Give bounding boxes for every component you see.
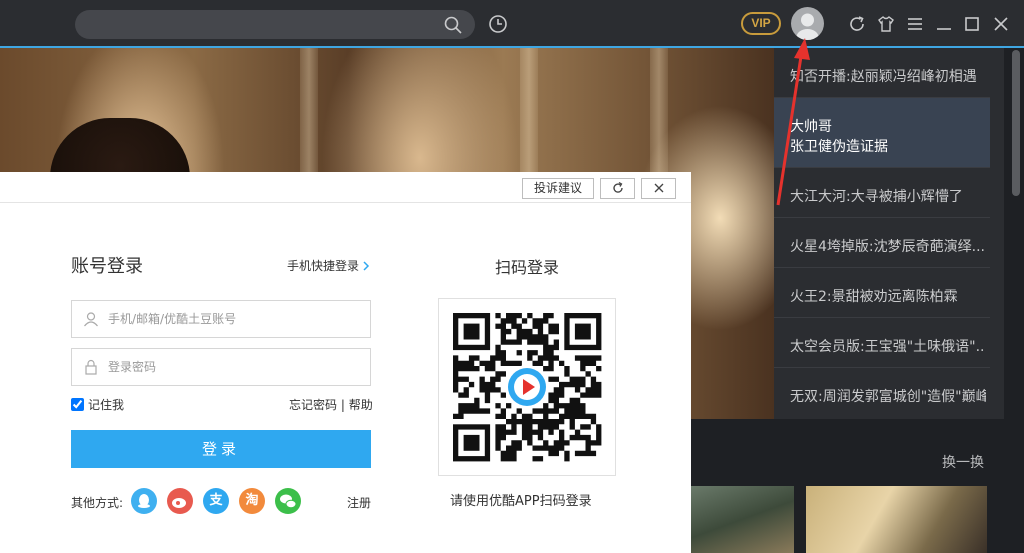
annotation-arrow: [776, 38, 810, 206]
list-item-text: 火星4垮掉版:沈梦辰奇葩演绎...: [790, 239, 985, 255]
list-item[interactable]: 火王2:景甜被劝远离陈柏霖: [774, 268, 990, 318]
remember-me[interactable]: 记住我: [71, 396, 124, 413]
close-icon[interactable]: [991, 14, 1011, 34]
password-field[interactable]: [71, 348, 371, 386]
wechat-icon: [275, 488, 301, 514]
user-icon: [84, 312, 98, 327]
search-icon[interactable]: [443, 15, 463, 35]
list-item[interactable]: 太空会员版:王宝强"土味俄语"...: [774, 318, 990, 368]
dialog-close-button[interactable]: [641, 178, 676, 199]
maximize-icon[interactable]: [962, 14, 982, 34]
reload-button[interactable]: [600, 178, 635, 199]
forgot-help-links: 忘记密码 | 帮助: [289, 396, 373, 413]
login-dialog: 投诉建议 账号登录 手机快捷登录 记住我: [0, 172, 691, 553]
minimize-icon[interactable]: [934, 14, 954, 34]
alipay-login-icon[interactable]: 支: [203, 488, 229, 514]
reload-icon: [612, 181, 623, 193]
search-input[interactable]: [89, 14, 439, 35]
search-box[interactable]: [75, 10, 475, 39]
taobao-login-icon[interactable]: 淘: [239, 488, 265, 514]
mobile-login-label: 手机快捷登录: [287, 259, 360, 273]
list-item-text: 火王2:景甜被劝远离陈柏霖: [790, 289, 958, 305]
qq-icon: [131, 488, 157, 514]
video-thumbnail[interactable]: [806, 486, 987, 553]
qr-login-title: 扫码登录: [495, 258, 560, 277]
qr-finder-pattern: [564, 313, 602, 351]
register-link[interactable]: 注册: [347, 494, 371, 511]
qr-finder-pattern: [453, 424, 491, 462]
complain-button[interactable]: 投诉建议: [522, 178, 594, 199]
title-bar: VIP: [0, 0, 1024, 47]
login-button[interactable]: 登录: [71, 430, 371, 468]
list-item[interactable]: 火星4垮掉版:沈梦辰奇葩演绎...: [774, 218, 990, 268]
chevron-right-icon: [363, 261, 370, 271]
help-link[interactable]: 帮助: [349, 398, 373, 412]
link-separator: |: [340, 398, 345, 412]
scrollbar[interactable]: [1012, 50, 1020, 196]
remember-label: 记住我: [88, 398, 125, 412]
remember-checkbox[interactable]: [71, 398, 84, 411]
account-field[interactable]: [71, 300, 371, 338]
qr-code-image: [453, 313, 602, 462]
wechat-login-icon[interactable]: [275, 488, 301, 514]
forgot-password-link[interactable]: 忘记密码: [289, 398, 337, 412]
youku-logo-icon: [505, 365, 549, 409]
video-thumbnail[interactable]: [690, 486, 794, 553]
qr-hint: 请使用优酷APP扫码登录: [450, 494, 592, 509]
history-icon[interactable]: [488, 14, 508, 34]
mobile-login-link[interactable]: 手机快捷登录: [287, 257, 370, 274]
skin-icon[interactable]: [876, 14, 896, 34]
list-item-text: 太空会员版:王宝强"土味俄语"...: [790, 339, 986, 355]
qr-finder-pattern: [453, 313, 491, 351]
menu-icon[interactable]: [905, 14, 925, 34]
qr-code: [438, 298, 616, 476]
list-item-text: 无双:周润发郭富城创"造假"巅峰: [790, 389, 986, 405]
account-input[interactable]: [108, 310, 358, 328]
weibo-icon: [167, 488, 193, 514]
lock-icon: [85, 359, 97, 375]
list-item[interactable]: 无双:周润发郭富城创"造假"巅峰: [774, 368, 990, 418]
other-methods-label: 其他方式:: [71, 496, 124, 510]
dialog-header: 投诉建议: [0, 172, 691, 203]
password-input[interactable]: [108, 358, 358, 376]
refresh-icon[interactable]: [847, 14, 867, 34]
qq-login-icon[interactable]: [131, 488, 157, 514]
account-login-title: 账号登录: [71, 256, 143, 277]
refresh-link[interactable]: 换一换: [942, 452, 984, 472]
weibo-login-icon[interactable]: [167, 488, 193, 514]
close-icon: [654, 183, 663, 193]
